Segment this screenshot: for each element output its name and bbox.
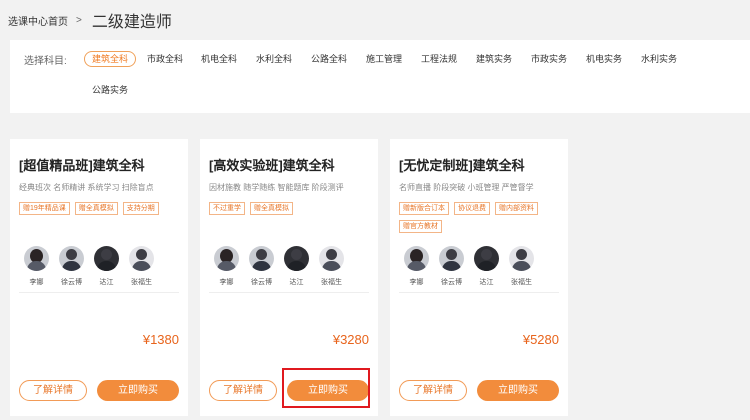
teacher-name: 张福生: [131, 279, 152, 286]
course-tag: 赠新版合订本: [399, 202, 449, 215]
subject-option[interactable]: 建筑实务: [476, 51, 512, 67]
teacher-avatar: [129, 246, 154, 271]
subject-option[interactable]: 施工管理: [366, 51, 402, 67]
course-tag: 协议退费: [454, 202, 490, 215]
subject-option[interactable]: 工程法规: [421, 51, 457, 67]
teacher-name: 达江: [289, 279, 304, 286]
course-card: [高效实验班]建筑全科 因材施教 随学随练 智能题库 阶段测评 不过重学 赠全真…: [200, 139, 378, 416]
teacher-avatar: [474, 246, 499, 271]
subject-option[interactable]: 水利全科: [256, 51, 292, 67]
teacher-avatar: [249, 246, 274, 271]
teacher-avatar: [319, 246, 344, 271]
page-title: 二级建造师: [91, 14, 172, 31]
buy-now-button[interactable]: 立即购买: [287, 380, 369, 401]
course-tag: 支持分期: [122, 202, 159, 215]
course-tag: 不过重学: [209, 202, 245, 215]
teacher-avatar: [59, 246, 84, 271]
buy-now-button[interactable]: 立即购买: [477, 380, 559, 401]
teacher-avatar: [94, 246, 119, 271]
subject-option[interactable]: 机电实务: [586, 51, 622, 67]
course-description: 名师直播 阶段突破 小班管理 严管督学: [399, 183, 534, 192]
course-description: 经典班次 名师精讲 系统学习 扫除盲点: [19, 183, 154, 192]
teacher-name: 徐云博: [251, 279, 272, 286]
course-description: 因材施教 随学随练 智能题库 阶段测评: [209, 183, 344, 192]
breadcrumb-home-link[interactable]: 选课中心首页: [8, 13, 68, 28]
teacher-name: 达江: [479, 279, 494, 286]
subject-filter-panel: 选择科目: 建筑全科 市政全科 机电全科 水利全科 公路全科 施工管理 工程法规…: [10, 40, 750, 113]
teacher[interactable]: 李娜: [399, 246, 434, 287]
course-tag: 赠全真模拟: [74, 202, 118, 215]
subject-option[interactable]: 公路实务: [92, 82, 128, 98]
buy-now-button[interactable]: 立即购买: [97, 380, 179, 401]
teacher-list: 李娜 徐云博 达江 张福生: [19, 246, 159, 287]
course-title[interactable]: [超值精品班]建筑全科: [19, 155, 145, 174]
subject-option[interactable]: 市政实务: [531, 51, 567, 67]
course-tag: 赠全真模拟: [250, 202, 293, 215]
teacher-name: 张福生: [321, 279, 342, 286]
teacher[interactable]: 李娜: [19, 246, 54, 287]
teacher-name: 徐云博: [61, 279, 82, 286]
learn-more-button[interactable]: 了解详情: [209, 380, 277, 401]
teacher[interactable]: 张福生: [504, 246, 539, 287]
subject-option[interactable]: 机电全科: [201, 51, 237, 67]
card-divider: [19, 292, 179, 293]
teacher-avatar: [404, 246, 429, 271]
learn-more-button[interactable]: 了解详情: [19, 380, 87, 401]
teacher[interactable]: 达江: [89, 246, 124, 287]
course-tag: 赠19年精品课: [19, 202, 70, 215]
subject-option-active[interactable]: 建筑全科: [84, 51, 137, 67]
subject-option[interactable]: 市政全科: [147, 51, 183, 67]
course-tags: 不过重学 赠全真模拟: [209, 202, 374, 215]
learn-more-button[interactable]: 了解详情: [399, 380, 467, 401]
teacher-name: 徐云博: [441, 279, 462, 286]
teacher[interactable]: 徐云博: [244, 246, 279, 287]
teacher-name: 张福生: [511, 279, 532, 286]
breadcrumb: 选课中心首页 > 二级建造师: [8, 10, 172, 31]
breadcrumb-separator: >: [76, 14, 82, 26]
course-tags: 赠19年精品课 赠全真模拟 支持分期: [19, 202, 184, 215]
card-divider: [209, 292, 369, 293]
teacher-avatar: [439, 246, 464, 271]
subject-option[interactable]: 水利实务: [641, 51, 677, 67]
teacher-avatar: [509, 246, 534, 271]
card-divider: [399, 292, 559, 293]
course-price: ¥3280: [332, 332, 369, 347]
course-price: ¥5280: [522, 332, 559, 347]
teacher-avatar: [24, 246, 49, 271]
subject-filter-label: 选择科目:: [24, 56, 67, 67]
teacher[interactable]: 张福生: [314, 246, 349, 287]
subject-option[interactable]: 公路全科: [311, 51, 347, 67]
course-card: [超值精品班]建筑全科 经典班次 名师精讲 系统学习 扫除盲点 赠19年精品课 …: [10, 139, 188, 416]
course-tags: 赠新版合订本 协议退费 赠内部资料 赠官方教材: [399, 202, 564, 233]
course-title[interactable]: [无忧定制班]建筑全科: [399, 155, 525, 174]
teacher-name: 李娜: [219, 279, 234, 286]
teacher[interactable]: 达江: [469, 246, 504, 287]
teacher-avatar: [284, 246, 309, 271]
teacher-avatar: [214, 246, 239, 271]
teacher[interactable]: 徐云博: [54, 246, 89, 287]
teacher[interactable]: 达江: [279, 246, 314, 287]
course-price: ¥1380: [142, 332, 179, 347]
teacher-list: 李娜 徐云博 达江 张福生: [209, 246, 349, 287]
teacher[interactable]: 张福生: [124, 246, 159, 287]
teacher-name: 李娜: [409, 279, 424, 286]
teacher[interactable]: 李娜: [209, 246, 244, 287]
course-tag: 赠官方教材: [399, 220, 442, 233]
teacher[interactable]: 徐云博: [434, 246, 469, 287]
course-tag: 赠内部资料: [495, 202, 538, 215]
teacher-name: 达江: [99, 279, 114, 286]
teacher-name: 李娜: [29, 279, 44, 286]
course-title[interactable]: [高效实验班]建筑全科: [209, 155, 335, 174]
course-card: [无忧定制班]建筑全科 名师直播 阶段突破 小班管理 严管督学 赠新版合订本 协…: [390, 139, 568, 416]
teacher-list: 李娜 徐云博 达江 张福生: [399, 246, 539, 287]
